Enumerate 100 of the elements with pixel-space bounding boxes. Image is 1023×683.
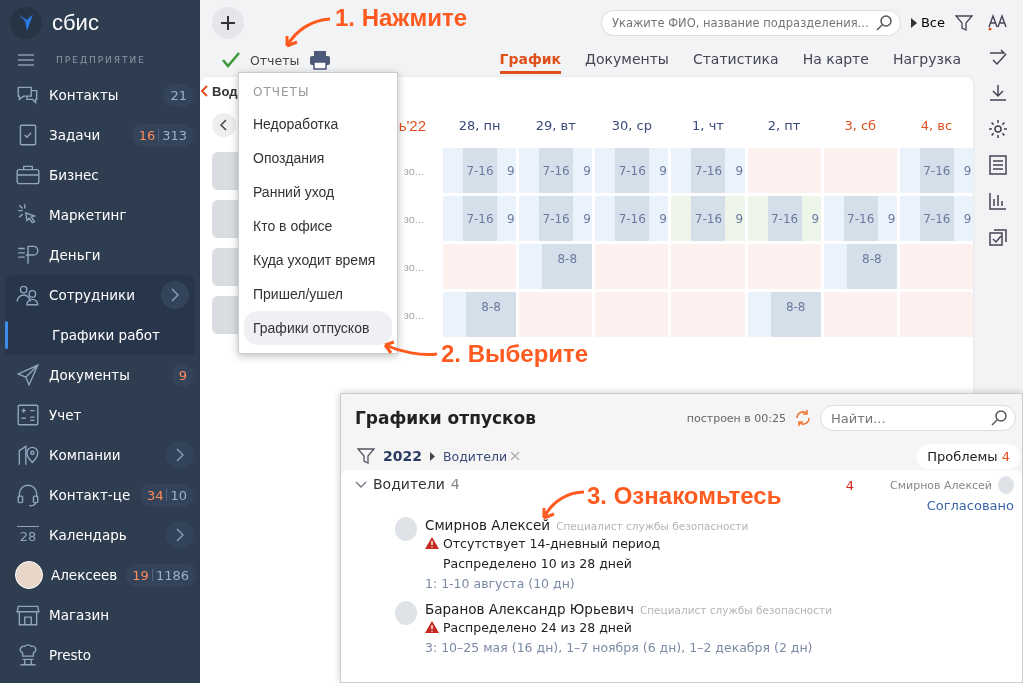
schedule-cell[interactable]: 7-16 9 [747,196,821,241]
employee-role: Специалист службы безопасности [639,604,832,616]
search-field[interactable]: Укажите ФИО, название подразделения... [600,9,901,36]
built-time: построен в 00:25 [686,411,786,425]
counter-badge: 34 10 [139,483,194,507]
shift-block: 8-8 [846,244,897,289]
chevron-icon[interactable] [166,521,194,549]
tab[interactable]: Нагрузка [892,46,961,74]
refresh-icon[interactable] [794,409,812,427]
problems-button[interactable]: Проблемы 4 [917,443,1020,469]
sidebar-item[interactable]: Алексеев 19 1186 [0,555,200,595]
hours-label: 9 [582,162,591,180]
tab[interactable]: Документы [585,46,669,74]
filter-icon[interactable] [955,13,973,32]
sidebar-item[interactable]: 28 Календарь [0,515,200,555]
shift-block: 7-16 [463,148,497,193]
filter-icon[interactable] [357,447,375,465]
search-field[interactable]: Найти... [820,405,1016,431]
panel-title: Графики отпусков [355,408,537,428]
month-label: ь'22 [398,116,426,134]
menu-item[interactable]: Куда уходит время [244,243,392,277]
close-icon[interactable] [510,451,521,461]
add-button[interactable] [212,6,244,39]
schedule-cell[interactable]: 7-16 9 [671,148,745,193]
group-name[interactable]: Водители [373,476,445,492]
filter-chip[interactable]: Водители [442,448,508,464]
sidebar-item[interactable]: Presto [0,635,200,675]
reports-button[interactable]: Отчеты [250,52,300,68]
sidebar-item[interactable]: Контакты 21 [0,75,200,115]
sidebar-item[interactable]: Задачи 16 313 [0,115,200,155]
schedule-cell[interactable]: 7-16 9 [595,148,669,193]
bar-chart-icon[interactable] [987,190,1009,212]
schedule-cell[interactable]: 7-16 9 [671,196,745,241]
employee-name[interactable]: Смирнов Алексей [425,517,551,533]
employee-name[interactable]: Баранов Александр Юрьевич [425,601,634,617]
menu-item[interactable]: Опоздания [244,141,392,175]
settings-icon[interactable] [987,118,1009,140]
chevron-left-icon [220,119,228,131]
plus-icon [220,14,236,31]
headset-icon [15,482,41,508]
menu-icon[interactable] [18,54,34,66]
scope-dropdown[interactable]: Все [910,15,945,30]
menu-item[interactable]: Пришел/ушел [244,277,392,311]
hours-label: 9 [886,210,896,228]
day-header: 4, вс [919,116,954,135]
schedule-cell[interactable]: 7-16 9 [595,196,669,241]
sidebar-item[interactable]: Маркетинг [0,195,200,235]
download-icon[interactable] [987,82,1009,104]
logo: сбис [52,9,99,36]
day-header: 29, вт [534,116,577,135]
checklist-icon[interactable] [987,226,1009,248]
chevron-icon[interactable] [161,281,189,309]
counter-badge: 9 [171,363,194,387]
schedule-cell[interactable]: 7-16 9 [899,148,973,193]
sidebar-item[interactable]: Сотрудники [5,275,195,315]
sidebar-item[interactable]: Компании [0,435,200,475]
hours-label: 9 [962,210,972,228]
chevron-icon[interactable] [166,441,194,469]
menu-item[interactable]: Кто в офисе [244,209,392,243]
swap-check-icon[interactable] [987,46,1009,68]
sidebar-item[interactable]: Контакт-це 34 10 [0,475,200,515]
shift-block: 7-16 [615,196,650,241]
annotation-arrow [381,338,439,358]
hours-label: 9 [658,210,667,228]
shift-block: 7-16 [539,148,574,193]
sidebar-item[interactable]: Учет [0,395,200,435]
tab[interactable]: Статистика [692,46,779,74]
menu-item[interactable]: Графики отпусков [244,311,392,345]
menu-item[interactable]: Ранний уход [244,175,392,209]
employee-name: зо... [403,212,424,225]
schedule-cell[interactable]: 7-16 9 [519,148,593,193]
menu-item[interactable]: Недоработка [244,107,392,141]
schedule-cell[interactable]: 7-16 9 [443,196,517,241]
list-icon[interactable] [987,154,1009,176]
schedule-cell[interactable]: 7-16 9 [443,148,517,193]
schedule-cell[interactable]: 7-16 9 [519,196,593,241]
tab[interactable]: График [499,46,562,74]
tab[interactable]: На карте [802,46,869,74]
shift-block: 7-16 [919,148,954,193]
sidebar-item[interactable]: Бизнес [0,155,200,195]
triangle-icon [429,451,435,461]
sidebar-item[interactable]: Документы 9 [0,355,200,395]
shift-block: 7-16 [463,196,497,241]
shift-block: 7-16 [615,148,650,193]
note-text: Распределено 10 из 28 дней [443,555,632,571]
sidebar-item[interactable]: Магазин [0,595,200,635]
avatar [395,601,417,625]
sidebar-item[interactable]: Деньги [0,235,200,275]
employee-name: зо... [403,164,424,177]
previous-button[interactable] [212,113,236,137]
annotation-text: 2. Выберите [441,340,589,368]
shift-block: 8-8 [542,244,593,289]
hours-label: 9 [734,210,744,228]
shift-block: 7-16 [843,196,878,241]
employee-name: зо... [403,260,424,273]
printer-icon[interactable] [309,50,332,70]
search-icon [875,13,894,32]
schedule-cell[interactable]: 7-16 9 [899,196,973,241]
check-icon[interactable] [222,52,240,68]
schedule-cell[interactable]: 7-16 9 [823,196,897,241]
